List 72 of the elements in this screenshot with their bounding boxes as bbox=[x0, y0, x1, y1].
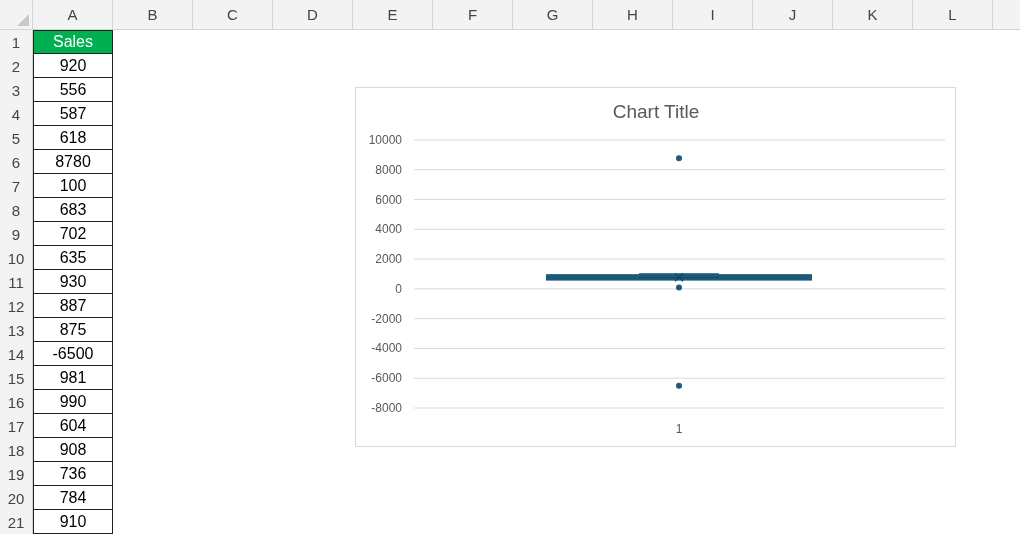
column-header[interactable]: A bbox=[33, 0, 113, 29]
table-cell: 736 bbox=[33, 462, 113, 486]
table-cell: 910 bbox=[33, 510, 113, 534]
table-cell: 990 bbox=[33, 390, 113, 414]
column-header[interactable]: K bbox=[833, 0, 913, 29]
row-header[interactable]: 4 bbox=[0, 102, 33, 126]
axis-label: 2000 bbox=[375, 252, 402, 267]
table-cell: 908 bbox=[33, 438, 113, 462]
column-header[interactable]: L bbox=[913, 0, 993, 29]
mean-marker-icon bbox=[674, 272, 684, 282]
axis-label: -2000 bbox=[371, 311, 402, 326]
column-heading-cell: Sales bbox=[33, 30, 113, 54]
table-cell: 930 bbox=[33, 270, 113, 294]
column-header[interactable]: J bbox=[753, 0, 833, 29]
axis-label: 4000 bbox=[375, 222, 402, 237]
row-header[interactable]: 21 bbox=[0, 510, 33, 534]
row-header[interactable]: 15 bbox=[0, 366, 33, 390]
table-cell: 981 bbox=[33, 366, 113, 390]
axis-label: -6000 bbox=[371, 371, 402, 386]
chart-area[interactable]: Chart Title 10000 8000 6000 4000 2000 0 -2000 -4000 -6000 -8000 1 bbox=[355, 87, 956, 447]
row-header[interactable]: 9 bbox=[0, 222, 33, 246]
table-cell: 604 bbox=[33, 414, 113, 438]
row-header[interactable]: 20 bbox=[0, 486, 33, 510]
axis-label: 10000 bbox=[368, 133, 402, 147]
column-header[interactable]: I bbox=[673, 0, 753, 29]
column-header[interactable]: D bbox=[273, 0, 353, 29]
row-header[interactable]: 14 bbox=[0, 342, 33, 366]
table-cell: 683 bbox=[33, 198, 113, 222]
axis-label: 1 bbox=[675, 422, 683, 436]
table-cell: -6500 bbox=[33, 342, 113, 366]
row-header[interactable]: 7 bbox=[0, 174, 33, 198]
chart-title: Chart Title bbox=[612, 101, 700, 122]
row-header[interactable]: 16 bbox=[0, 390, 33, 414]
table-cell: 635 bbox=[33, 246, 113, 270]
column-header[interactable]: E bbox=[353, 0, 433, 29]
outlier-point bbox=[676, 382, 682, 389]
axis-label: 8000 bbox=[375, 162, 402, 177]
row-header[interactable]: 2 bbox=[0, 54, 33, 78]
table-cell: 8780 bbox=[33, 150, 113, 174]
row-header[interactable]: 19 bbox=[0, 462, 33, 486]
column-header[interactable]: B bbox=[113, 0, 193, 29]
row-header[interactable]: 17 bbox=[0, 414, 33, 438]
row-header[interactable]: 5 bbox=[0, 126, 33, 150]
row-header[interactable]: 10 bbox=[0, 246, 33, 270]
column-header[interactable]: F bbox=[433, 0, 513, 29]
outlier-point bbox=[676, 284, 682, 291]
row-header[interactable]: 1 bbox=[0, 30, 33, 54]
axis-label: -8000 bbox=[371, 401, 402, 415]
axis-label: -4000 bbox=[371, 341, 402, 356]
row-header[interactable]: 11 bbox=[0, 270, 33, 294]
row-header[interactable]: 18 bbox=[0, 438, 33, 462]
row-header[interactable]: 6 bbox=[0, 150, 33, 174]
table-cell: 556 bbox=[33, 78, 113, 102]
row-header[interactable]: 13 bbox=[0, 318, 33, 342]
row-header[interactable]: 8 bbox=[0, 198, 33, 222]
table-cell: 920 bbox=[33, 54, 113, 78]
column-header[interactable]: C bbox=[193, 0, 273, 29]
axis-label: 6000 bbox=[375, 192, 402, 207]
table-cell: 887 bbox=[33, 294, 113, 318]
row-header[interactable]: 12 bbox=[0, 294, 33, 318]
table-cell: 587 bbox=[33, 102, 113, 126]
column-header[interactable]: G bbox=[513, 0, 593, 29]
column-header[interactable]: H bbox=[593, 0, 673, 29]
table-cell: 702 bbox=[33, 222, 113, 246]
outlier-point bbox=[676, 155, 682, 162]
table-cell: 784 bbox=[33, 486, 113, 510]
table-cell: 618 bbox=[33, 126, 113, 150]
axis-label: 0 bbox=[395, 281, 402, 296]
select-all-icon[interactable] bbox=[17, 14, 29, 26]
row-header[interactable]: 3 bbox=[0, 78, 33, 102]
table-cell: 875 bbox=[33, 318, 113, 342]
table-cell: 100 bbox=[33, 174, 113, 198]
